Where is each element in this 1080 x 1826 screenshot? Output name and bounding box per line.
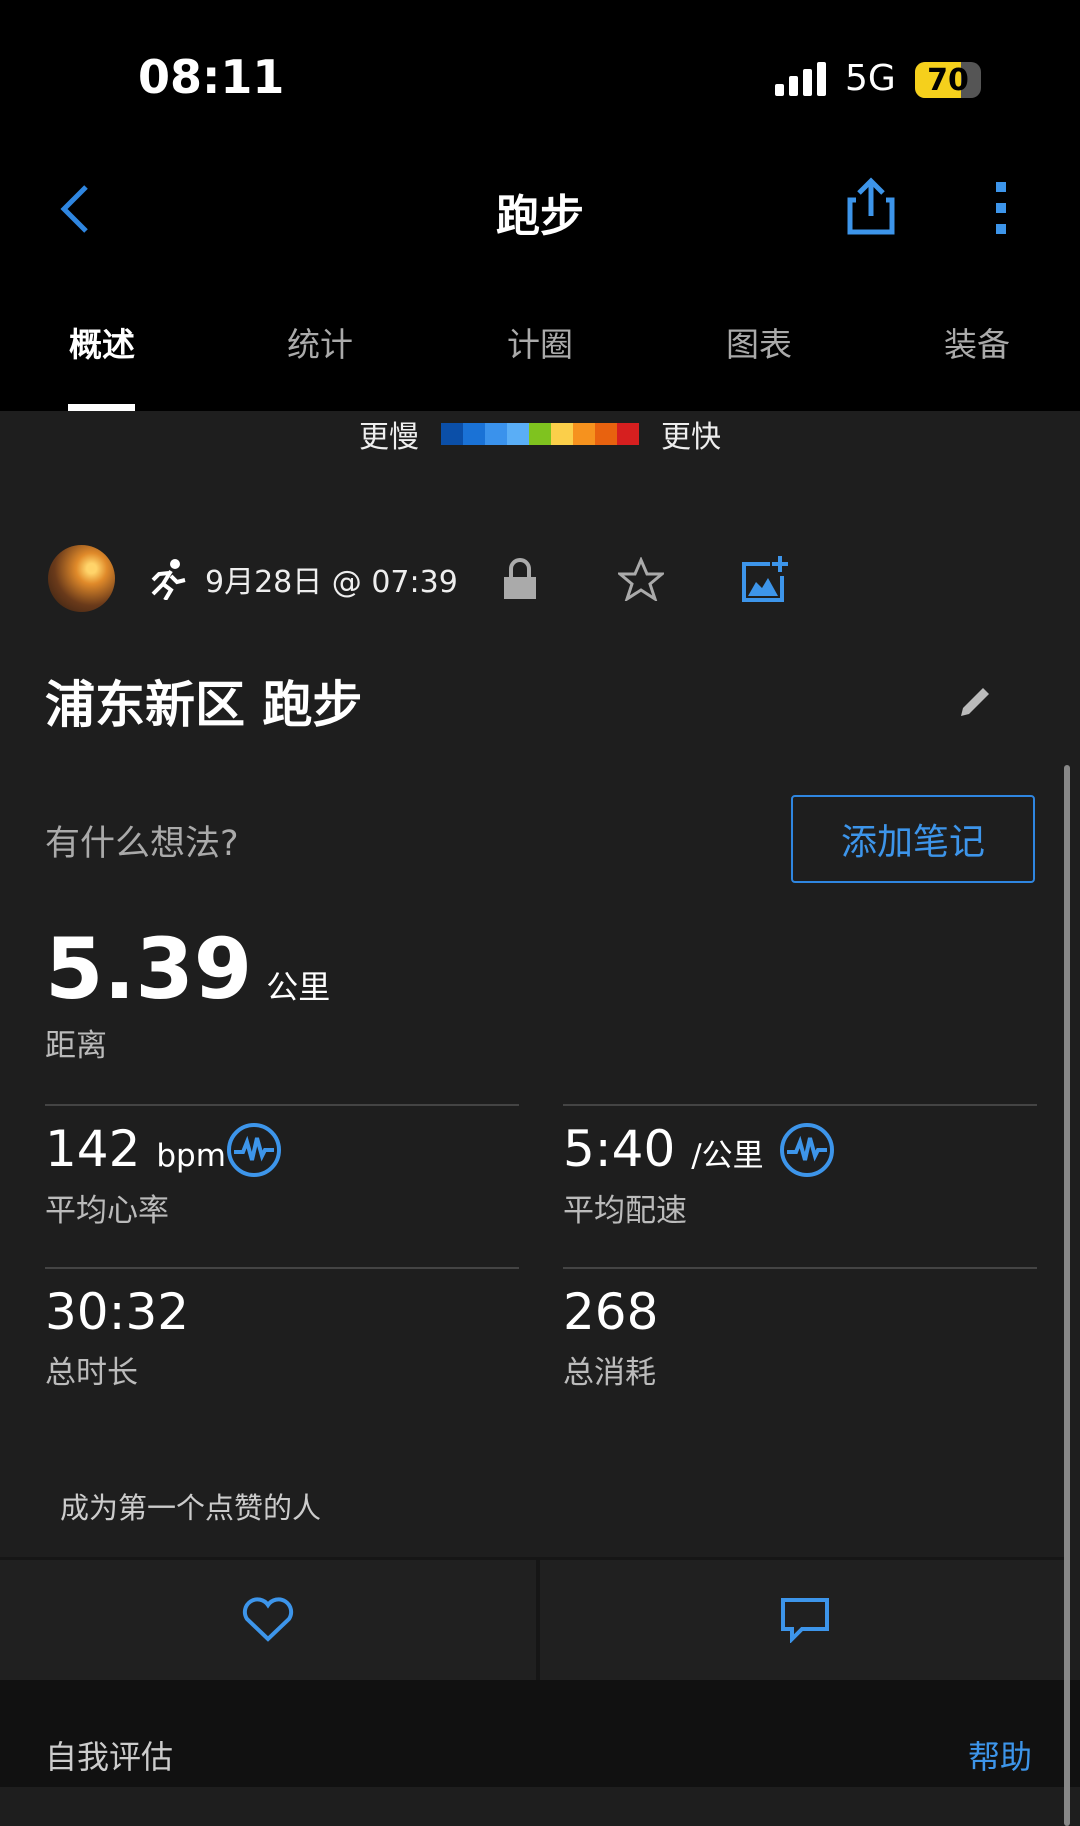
heart-icon xyxy=(242,1597,294,1642)
stat-value: 142 xyxy=(45,1120,141,1178)
distance-value: 5.39 公里 xyxy=(45,920,330,1018)
legend-color-swatch xyxy=(595,423,617,445)
legend-color-swatch xyxy=(573,423,595,445)
tab-charts[interactable]: 图表 xyxy=(679,318,839,366)
network-type: 5G xyxy=(845,58,896,99)
stat-value: 5:40 xyxy=(563,1120,676,1178)
stat-label: 平均配速 xyxy=(563,1193,687,1229)
pace-zone-icon[interactable] xyxy=(779,1122,835,1178)
notes-prompt: 有什么想法? xyxy=(45,824,239,864)
self-evaluation-title: 自我评估 xyxy=(45,1738,174,1776)
tab-stats[interactable]: 统计 xyxy=(240,318,400,366)
battery-level: 70 xyxy=(927,63,969,98)
avatar[interactable] xyxy=(48,545,115,612)
pace-legend: 更慢 更快 xyxy=(0,412,1080,456)
activity-title: 浦东新区 跑步 xyxy=(45,676,363,734)
divider xyxy=(45,1104,519,1106)
stat-heart-rate: 142 bpm xyxy=(45,1120,226,1178)
stat-pace: 5:40 /公里 xyxy=(563,1120,764,1178)
stat-label: 平均心率 xyxy=(45,1193,169,1229)
heart-rate-zone-icon[interactable] xyxy=(226,1122,282,1178)
stat-unit: bpm xyxy=(156,1138,226,1174)
divider xyxy=(45,1267,519,1269)
star-icon[interactable] xyxy=(617,556,664,601)
legend-slower: 更慢 xyxy=(359,420,419,455)
distance-label: 距离 xyxy=(45,1028,107,1064)
edit-icon[interactable] xyxy=(955,682,995,722)
divider xyxy=(563,1267,1037,1269)
like-button[interactable] xyxy=(0,1557,540,1680)
help-link[interactable]: 帮助 xyxy=(968,1732,1032,1778)
tab-laps[interactable]: 计圈 xyxy=(460,318,620,366)
tab-overview[interactable]: 概述 xyxy=(22,318,182,366)
distance-number: 5.39 xyxy=(45,920,253,1018)
distance-unit: 公里 xyxy=(266,968,331,1006)
tab-indicator xyxy=(68,404,135,411)
likes-text: 成为第一个点赞的人 xyxy=(60,1491,322,1525)
running-icon xyxy=(151,558,186,600)
battery-icon: 70 xyxy=(915,62,981,98)
stat-duration: 30:32 xyxy=(45,1283,190,1341)
legend-color-swatch xyxy=(507,423,529,445)
legend-color-swatch xyxy=(529,423,551,445)
signal-icon xyxy=(775,62,826,96)
stat-unit: /公里 xyxy=(691,1138,764,1174)
share-icon[interactable] xyxy=(846,176,896,236)
legend-color-swatch xyxy=(441,423,463,445)
self-evaluation-section: 自我评估 帮助 xyxy=(0,1680,1080,1787)
scrollbar[interactable] xyxy=(1064,765,1070,1826)
status-time: 08:11 xyxy=(138,50,285,104)
add-photo-icon[interactable] xyxy=(740,554,790,604)
stat-calories: 268 xyxy=(563,1283,659,1341)
stat-label: 总时长 xyxy=(45,1355,138,1391)
tab-gear[interactable]: 装备 xyxy=(897,318,1057,366)
lock-icon[interactable] xyxy=(502,557,538,601)
divider xyxy=(563,1104,1037,1106)
activity-meta: 9月28日 @ 07:39 xyxy=(48,545,790,612)
stat-label: 总消耗 xyxy=(563,1355,656,1391)
legend-color-swatch xyxy=(551,423,573,445)
comment-button[interactable] xyxy=(540,1557,1070,1680)
comment-icon xyxy=(781,1598,829,1643)
legend-faster: 更快 xyxy=(661,420,721,455)
add-note-button[interactable]: 添加笔记 xyxy=(791,795,1035,883)
legend-color-swatch xyxy=(485,423,507,445)
activity-date: 9月28日 @ 07:39 xyxy=(205,564,458,600)
legend-color-swatch xyxy=(463,423,485,445)
legend-color-bar xyxy=(441,423,639,445)
page-title: 跑步 xyxy=(496,191,584,242)
more-icon[interactable] xyxy=(994,180,1010,236)
legend-color-swatch xyxy=(617,423,639,445)
